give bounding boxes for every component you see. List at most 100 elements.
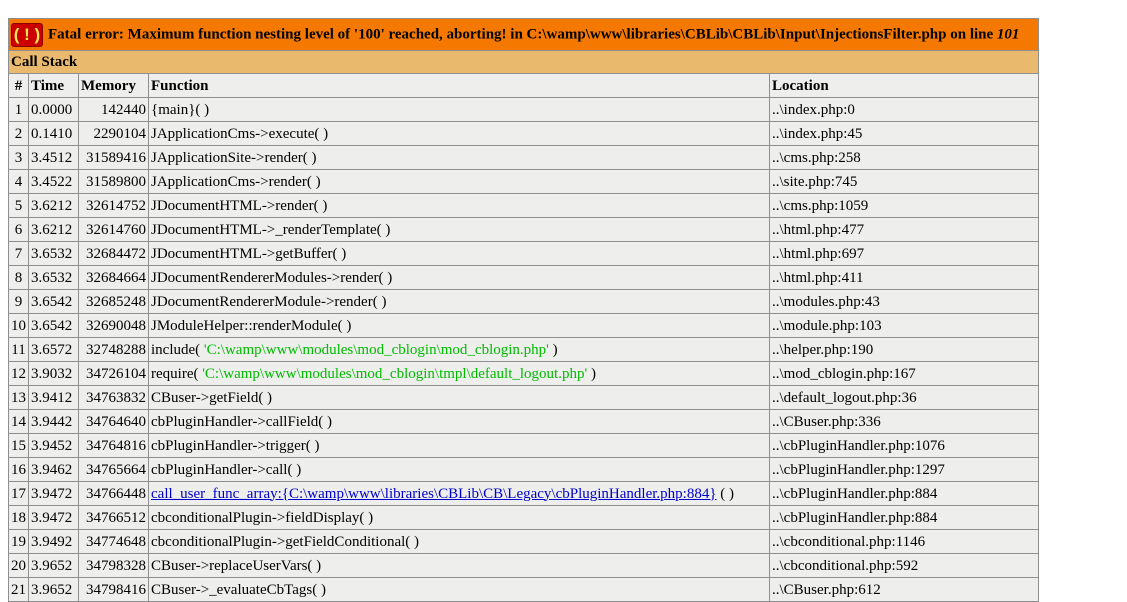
stack-num: 2 [8,121,29,146]
stack-time: 3.6212 [28,193,79,218]
stack-time: 3.6212 [28,217,79,242]
stack-num: 20 [8,553,29,578]
stack-location: ..\cbPluginHandler.php:884 [769,481,1039,506]
stack-num: 3 [8,145,29,170]
stack-location: ..\index.php:45 [769,121,1039,146]
stack-memory: 142440 [78,97,149,122]
stack-row: 19 3.9492 34774648 cbconditionalPlugin->get… [8,529,1039,554]
stack-function: include( 'C:\wamp\www\modules\mod_cblogi… [148,337,770,362]
file-path-string: 'C:\wamp\www\modules\mod_cblogin\tmpl\de… [202,365,588,382]
stack-time: 3.9462 [28,457,79,482]
stack-num: 9 [8,289,29,314]
stack-location: ..\cms.php:258 [769,145,1039,170]
stack-function: cbconditionalPlugin->fieldDisplay( ) [148,505,770,530]
stack-row: 16 3.9462 34765664 cbPluginHandler->call( )… [8,457,1039,482]
source-link[interactable]: call_user_func_array:{C:\wamp\www\librar… [151,486,717,502]
stack-row: 7 3.6532 32684472 JDocumentHTML->getBuffer(… [8,241,1039,266]
stack-function: JApplicationCms->render( ) [148,169,770,194]
stack-function: require( 'C:\wamp\www\modules\mod_cblogi… [148,361,770,386]
stack-function: JApplicationCms->execute( ) [148,121,770,146]
stack-time: 3.9442 [28,409,79,434]
stack-num: 5 [8,193,29,218]
function-call: require( [151,365,203,382]
function-call-suffix: ( ) [716,485,735,502]
stack-row: 12 3.9032 34726104 require( 'C:\wamp\www\mo… [8,361,1039,386]
stack-location: ..\cbPluginHandler.php:884 [769,505,1039,530]
stack-time: 3.4512 [28,145,79,170]
stack-row: 17 3.9472 34766448 call_user_func_array:{C:… [8,481,1039,506]
stack-memory: 34798416 [78,577,149,602]
stack-function: JDocumentHTML->render( ) [148,193,770,218]
stack-row: 5 3.6212 32614752 JDocumentHTML->render( ).… [8,193,1039,218]
col-header-time: Time [28,73,79,98]
stack-location: ..\cbconditional.php:1146 [769,529,1039,554]
stack-row: 8 3.6532 32684664 JDocumentRendererModules-… [8,265,1039,290]
stack-num: 4 [8,169,29,194]
column-header-row: # Time Memory Function Location [8,73,1039,98]
stack-time: 3.9472 [28,481,79,506]
stack-memory: 32684472 [78,241,149,266]
stack-memory: 34766512 [78,505,149,530]
stack-num: 15 [8,433,29,458]
stack-num: 8 [8,265,29,290]
stack-location: ..\cbconditional.php:592 [769,553,1039,578]
stack-time: 3.4522 [28,169,79,194]
stack-time: 3.9492 [28,529,79,554]
stack-memory: 32684664 [78,265,149,290]
stack-row: 1 0.0000 142440 {main}( ) ..\index.php:0 [8,97,1039,122]
stack-function: call_user_func_array:{C:\wamp\www\librar… [148,481,770,506]
stack-function: cbconditionalPlugin->getFieldConditional… [148,529,770,554]
error-message: ( ! ) Fatal error: Maximum function nesti… [8,18,1039,51]
col-header-location: Location [769,73,1039,98]
stack-function: JDocumentRendererModule->render( ) [148,289,770,314]
stack-row: 4 3.4522 31589800 JApplicationCms->render( … [8,169,1039,194]
stack-function: cbPluginHandler->trigger( ) [148,433,770,458]
stack-memory: 32748288 [78,337,149,362]
stack-row: 11 3.6572 32748288 include( 'C:\wamp\www\mo… [8,337,1039,362]
stack-time: 3.9652 [28,577,79,602]
function-call: include( [151,341,204,358]
stack-num: 19 [8,529,29,554]
stack-num: 6 [8,217,29,242]
stack-time: 0.1410 [28,121,79,146]
col-header-memory: Memory [78,73,149,98]
stack-function: CBuser->getField( ) [148,385,770,410]
stack-num: 14 [8,409,29,434]
stack-time: 3.9652 [28,553,79,578]
stack-function: cbPluginHandler->call( ) [148,457,770,482]
stack-row: 10 3.6542 32690048 JModuleHelper::renderMod… [8,313,1039,338]
stack-location: ..\mod_cblogin.php:167 [769,361,1039,386]
stack-num: 16 [8,457,29,482]
stack-memory: 34774648 [78,529,149,554]
stack-row: 3 3.4512 31589416 JApplicationSite->render(… [8,145,1039,170]
error-text: Fatal error: Maximum function nesting le… [48,25,997,42]
stack-location: ..\site.php:745 [769,169,1039,194]
error-row: ( ! ) Fatal error: Maximum function nesti… [8,18,1039,51]
stack-num: 1 [8,97,29,122]
stack-location: ..\index.php:0 [769,97,1039,122]
stack-function: JApplicationSite->render( ) [148,145,770,170]
stack-function: JModuleHelper::renderModule( ) [148,313,770,338]
col-header-num: # [8,73,29,98]
stack-location: ..\CBuser.php:612 [769,577,1039,602]
stack-row: 13 3.9412 34763832 CBuser->getField( ) ..\de… [8,385,1039,410]
stack-time: 3.6542 [28,313,79,338]
stack-num: 18 [8,505,29,530]
stack-location: ..\modules.php:43 [769,289,1039,314]
stack-function: {main}( ) [148,97,770,122]
stack-num: 13 [8,385,29,410]
stack-memory: 34764640 [78,409,149,434]
stack-memory: 32614760 [78,217,149,242]
stack-time: 3.9032 [28,361,79,386]
stack-location: ..\html.php:697 [769,241,1039,266]
stack-time: 3.9412 [28,385,79,410]
function-call-suffix: ) [587,365,596,382]
stack-function: JDocumentHTML->_renderTemplate( ) [148,217,770,242]
stack-memory: 31589800 [78,169,149,194]
stack-row: 20 3.9652 34798328 CBuser->replaceUserVars(… [8,553,1039,578]
stack-row: 18 3.9472 34766512 cbconditionalPlugin->fie… [8,505,1039,530]
stack-location: ..\default_logout.php:36 [769,385,1039,410]
stack-function: CBuser->_evaluateCbTags( ) [148,577,770,602]
stack-memory: 34798328 [78,553,149,578]
stack-location: ..\html.php:477 [769,217,1039,242]
